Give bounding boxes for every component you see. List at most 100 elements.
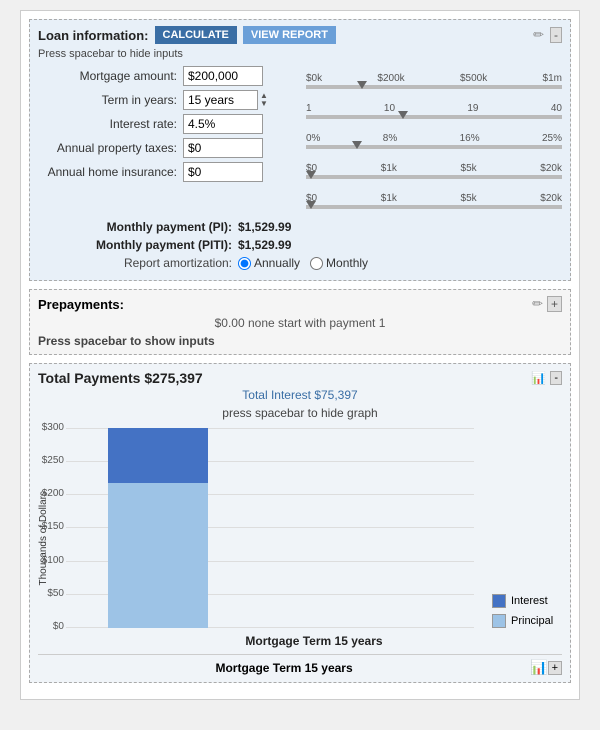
term-track[interactable] <box>306 115 562 119</box>
prepayments-section: Prepayments: ✏ + $0.00 none start with p… <box>29 289 571 355</box>
inputs-area: Mortgage amount: Term in years: ▲ ▼ Inte… <box>38 66 562 216</box>
term-row: Term in years: ▲ ▼ <box>38 90 298 110</box>
rate-scale-labels: 0% 8% 16% 25% <box>306 133 562 144</box>
payment-pi-value: $1,529.99 <box>238 220 291 234</box>
mortgage-label: Mortgage amount: <box>38 69 183 83</box>
grid-label-300: $300 <box>34 422 64 433</box>
chart-bars-and-grid: $300 $250 $200 $150 $100 $50 $0 <box>66 428 474 628</box>
legend-item-interest: Interest <box>492 594 562 608</box>
term-thumb[interactable] <box>398 111 408 119</box>
mortgage-input[interactable] <box>183 66 263 86</box>
bar-principal <box>108 483 208 628</box>
tax-slider[interactable]: $0 $1k $5k $20k <box>306 163 562 181</box>
tax-thumb[interactable] <box>306 171 316 179</box>
collapse-icon[interactable]: - <box>550 27 562 43</box>
graph-hint: press spacebar to hide graph <box>38 406 562 420</box>
page-container: Loan information: CALCULATE VIEW REPORT … <box>20 10 580 700</box>
amort-annually-label: Annually <box>254 256 300 270</box>
term-spinner[interactable]: ▲ ▼ <box>260 92 268 108</box>
term-scale-3: 40 <box>551 103 562 114</box>
loan-section: Loan information: CALCULATE VIEW REPORT … <box>29 19 571 281</box>
tax-scale-2: $5k <box>461 163 477 174</box>
legend-area: Interest Principal <box>482 584 562 628</box>
totals-collapse-icon[interactable]: - <box>550 371 562 385</box>
bar-group <box>98 428 218 628</box>
mortgage-slider[interactable]: $0k $200k $500k $1m <box>306 73 562 91</box>
tax-scale-3: $20k <box>540 163 562 174</box>
insurance-row: Annual home insurance: <box>38 162 298 182</box>
spinner-down[interactable]: ▼ <box>260 100 268 108</box>
amort-monthly[interactable]: Monthly <box>310 256 368 270</box>
rate-scale-3: 25% <box>542 133 562 144</box>
insurance-slider[interactable]: $0 $1k $5k $20k <box>306 193 562 211</box>
payment-piti-value: $1,529.99 <box>238 238 291 252</box>
mortgage-track[interactable] <box>306 85 562 89</box>
rate-thumb[interactable] <box>352 141 362 149</box>
tax-scale-1: $1k <box>381 163 397 174</box>
total-interest-label: Total Interest $75,397 <box>38 388 562 402</box>
grid-label-50: $50 <box>34 588 64 599</box>
term-input-wrap: ▲ ▼ <box>183 90 268 110</box>
calculate-button[interactable]: CALCULATE <box>155 26 237 44</box>
rate-slider[interactable]: 0% 8% 16% 25% <box>306 133 562 151</box>
term-input[interactable] <box>183 90 258 110</box>
amort-monthly-label: Monthly <box>326 256 368 270</box>
chart-inner: $300 $250 $200 $150 $100 $50 $0 <box>66 428 562 648</box>
insurance-input[interactable] <box>183 162 263 182</box>
legend-color-principal <box>492 614 506 628</box>
insurance-thumb[interactable] <box>306 201 316 209</box>
rate-track[interactable] <box>306 145 562 149</box>
totals-section: Total Payments $275,397 📊 - Total Intere… <box>29 363 571 683</box>
legend-color-interest <box>492 594 506 608</box>
tax-row: Annual property taxes: <box>38 138 298 158</box>
tax-track[interactable] <box>306 175 562 179</box>
mortgage-scale-0: $0k <box>306 73 322 84</box>
radio-monthly[interactable] <box>310 257 323 270</box>
edit-icon[interactable]: ✏ <box>533 27 544 43</box>
y-axis-label: Thousands of Dollars <box>38 491 49 586</box>
payment-piti-row: Monthly payment (PITI): $1,529.99 <box>38 238 562 252</box>
prep-title: Prepayments: <box>38 297 124 312</box>
grid-label-150: $150 <box>34 521 64 532</box>
slider-area: $0k $200k $500k $1m 1 <box>306 66 562 216</box>
payment-pi-row: Monthly payment (PI): $1,529.99 <box>38 220 562 234</box>
radio-annually[interactable] <box>238 257 251 270</box>
tax-slider-row: $0 $1k $5k $20k <box>306 158 562 186</box>
chart-footer-label: Mortgage Term 15 years <box>38 661 530 675</box>
rate-label: Interest rate: <box>38 117 183 131</box>
mortgage-scale-3: $1m <box>543 73 562 84</box>
prep-header: Prepayments: ✏ + <box>38 296 562 312</box>
rate-input[interactable] <box>183 114 263 134</box>
chart-footer-expand-icon[interactable]: + <box>548 661 562 675</box>
term-slider[interactable]: 1 10 19 40 <box>306 103 562 121</box>
term-scale-labels: 1 10 19 40 <box>306 103 562 114</box>
term-slider-row: 1 10 19 40 <box>306 98 562 126</box>
mortgage-scale-labels: $0k $200k $500k $1m <box>306 73 562 84</box>
insurance-track[interactable] <box>306 205 562 209</box>
view-report-button[interactable]: VIEW REPORT <box>243 26 336 44</box>
rate-scale-1: 8% <box>383 133 397 144</box>
chart-body: $300 $250 $200 $150 $100 $50 $0 <box>66 428 562 628</box>
term-scale-0: 1 <box>306 103 312 114</box>
chart-wrapper: Thousands of Dollars $300 $250 $200 $150… <box>38 428 562 648</box>
mortgage-row: Mortgage amount: <box>38 66 298 86</box>
totals-chart-icon[interactable]: 📊 <box>531 371 546 385</box>
rate-scale-0: 0% <box>306 133 320 144</box>
amort-annually[interactable]: Annually <box>238 256 300 270</box>
tax-input[interactable] <box>183 138 263 158</box>
totals-header: Total Payments $275,397 📊 - <box>38 370 562 386</box>
chart-footer-chart-icon[interactable]: 📊 <box>530 659 547 676</box>
x-axis-label: Mortgage Term 15 years <box>66 634 562 648</box>
amort-radio-group: Annually Monthly <box>238 256 368 270</box>
loan-title: Loan information: <box>38 28 149 43</box>
mortgage-scale-2: $500k <box>460 73 487 84</box>
tax-label: Annual property taxes: <box>38 141 183 155</box>
grid-label-0: $0 <box>34 621 64 632</box>
term-scale-1: 10 <box>384 103 395 114</box>
loan-header: Loan information: CALCULATE VIEW REPORT … <box>38 26 562 44</box>
prep-edit-icon[interactable]: ✏ <box>532 296 543 312</box>
spacebar-hint-loan: Press spacebar to hide inputs <box>38 48 562 60</box>
prep-expand-icon[interactable]: + <box>547 296 562 312</box>
mortgage-thumb[interactable] <box>357 81 367 89</box>
chart-footer: Mortgage Term 15 years 📊 + <box>38 654 562 676</box>
